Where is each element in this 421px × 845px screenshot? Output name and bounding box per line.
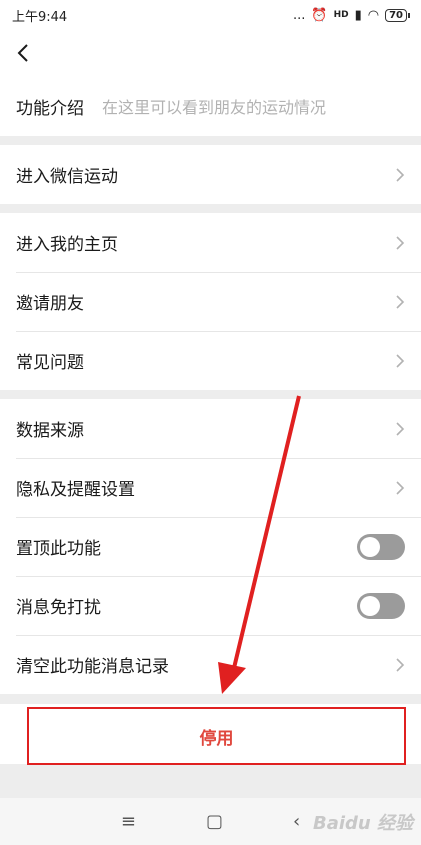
- row-label: 隐私及提醒设置: [16, 480, 135, 500]
- status-bar: 上午9:44 ... ⏰ HD ▮ ◠ 70: [0, 0, 421, 30]
- network-label: HD: [333, 10, 349, 20]
- chevron-right-icon: [396, 235, 405, 250]
- row-label: 常见问题: [16, 353, 84, 373]
- row-label: 进入微信运动: [16, 167, 118, 187]
- intro-section: 功能介绍 在这里可以看到朋友的运动情况: [0, 76, 421, 136]
- chevron-right-icon: [396, 353, 405, 368]
- group-settings: 数据来源 隐私及提醒设置 置顶此功能 消息免打扰 清空此功能消息记录: [0, 399, 421, 694]
- signal-icon: ▮: [354, 7, 362, 23]
- row-data-source[interactable]: 数据来源: [0, 399, 421, 458]
- menu-icon[interactable]: ≡: [121, 811, 136, 832]
- toggle-knob: [360, 536, 380, 557]
- row-label: 进入我的主页: [16, 235, 118, 255]
- row-invite[interactable]: 邀请朋友: [0, 272, 421, 331]
- chevron-right-icon: [396, 480, 405, 495]
- row-label: 消息免打扰: [16, 598, 101, 618]
- back-arrow-icon: [17, 44, 28, 62]
- alarm-icon: ⏰: [311, 7, 328, 23]
- system-back-icon[interactable]: ‹: [293, 811, 300, 832]
- row-enter-sport[interactable]: 进入微信运动: [0, 145, 421, 204]
- row-privacy[interactable]: 隐私及提醒设置: [0, 458, 421, 517]
- chevron-right-icon: [396, 167, 405, 182]
- nav-bar: [0, 30, 421, 76]
- intro-label: 功能介绍: [16, 98, 84, 119]
- row-faq[interactable]: 常见问题: [0, 331, 421, 390]
- home-icon[interactable]: ▢: [206, 811, 223, 832]
- row-label: 数据来源: [16, 421, 84, 441]
- group-profile: 进入我的主页 邀请朋友 常见问题: [0, 213, 421, 390]
- status-time: 上午9:44: [12, 9, 68, 25]
- row-mute: 消息免打扰: [0, 576, 421, 635]
- intro-description: 在这里可以看到朋友的运动情况: [102, 98, 327, 117]
- wifi-icon: ◠: [367, 7, 380, 23]
- row-label: 邀请朋友: [16, 294, 84, 314]
- baidu-watermark: Baidu 经验: [312, 813, 413, 834]
- chevron-right-icon: [396, 294, 405, 309]
- toggle-knob: [360, 595, 380, 616]
- status-icons: ... ⏰ HD ▮ ◠ 70: [292, 7, 410, 23]
- chevron-right-icon: [396, 657, 405, 672]
- pin-top-toggle[interactable]: [357, 533, 405, 560]
- battery-indicator: 70: [385, 8, 410, 22]
- row-label: 置顶此功能: [16, 539, 101, 559]
- disable-section: 停用: [0, 704, 421, 765]
- chevron-right-icon: [396, 421, 405, 436]
- back-button[interactable]: [8, 38, 38, 68]
- mute-toggle[interactable]: [357, 592, 405, 619]
- row-label: 清空此功能消息记录: [16, 657, 169, 677]
- disable-button[interactable]: 停用: [27, 707, 406, 765]
- row-homepage[interactable]: 进入我的主页: [0, 213, 421, 272]
- group-enter-sport: 进入微信运动: [0, 145, 421, 204]
- row-clear-history[interactable]: 清空此功能消息记录: [0, 635, 421, 694]
- row-pin-top: 置顶此功能: [0, 517, 421, 576]
- more-dots-icon: ...: [292, 7, 306, 23]
